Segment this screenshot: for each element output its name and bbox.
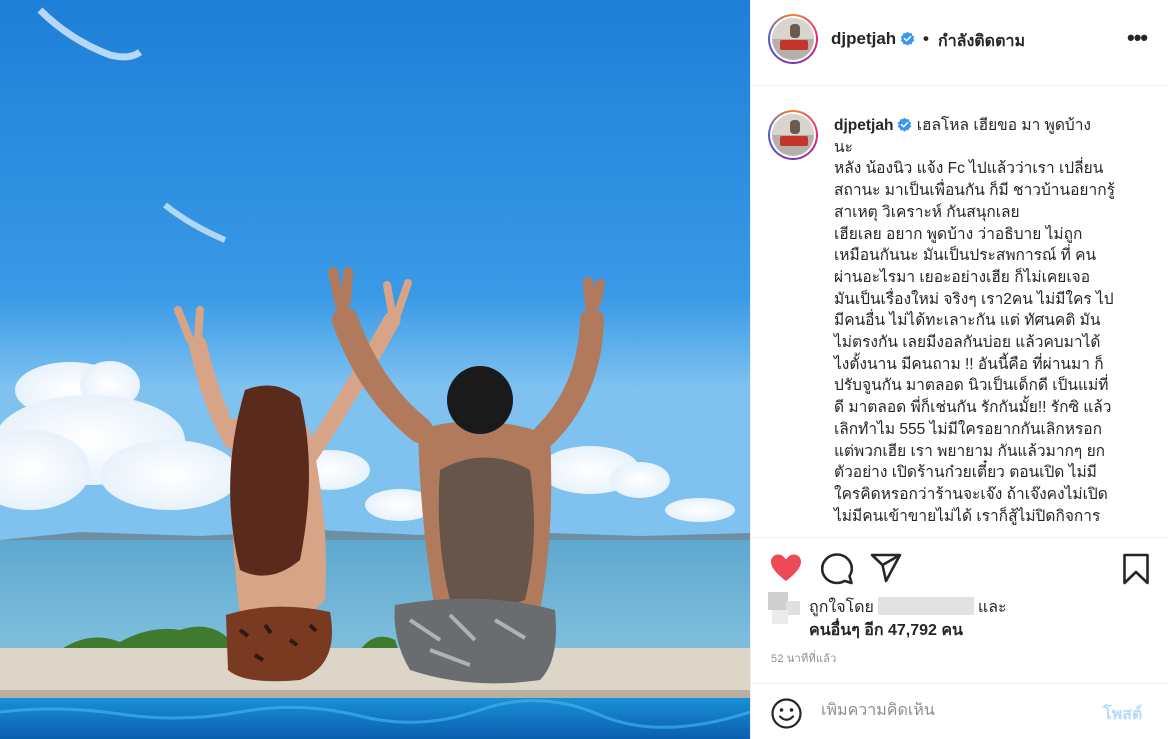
liked-by-prefix: ถูกใจโดย	[809, 599, 874, 616]
caption-text-block: djpetjah เฮลโหล เฮียขอ มา พูดบ้าง นะ หลั…	[834, 115, 1154, 527]
following-button[interactable]: กำลังติดตาม	[938, 29, 1025, 54]
caption-username-link[interactable]: djpetjah	[834, 117, 893, 134]
bookmark-icon[interactable]	[1122, 553, 1150, 585]
paper-plane-icon[interactable]	[870, 553, 902, 583]
verified-badge-icon	[898, 117, 912, 132]
liked-by-line: ถูกใจโดย และ	[809, 595, 1007, 620]
header-separator-dot: •	[923, 29, 929, 48]
others-like-count-link[interactable]: คนอื่นๆ อีก 47,792 คน	[809, 618, 963, 643]
post-header: djpetjah • กำลังติดตาม •••	[751, 0, 1168, 86]
photo-illustration	[0, 0, 750, 739]
heart-filled-icon[interactable]	[770, 553, 802, 583]
comment-bar: โพสต์	[751, 683, 1168, 739]
liker-name-blurred[interactable]	[877, 597, 974, 615]
liker-avatar[interactable]	[768, 592, 805, 629]
comment-bubble-icon[interactable]	[821, 553, 853, 585]
post-comment-button[interactable]: โพสต์	[1103, 702, 1142, 727]
post-timestamp[interactable]: 52 นาทีที่แล้ว	[771, 649, 837, 667]
emoji-smile-icon[interactable]	[771, 698, 802, 729]
post-actions: ถูกใจโดย และ คนอื่นๆ อีก 47,792 คน 52 นาท…	[751, 537, 1168, 739]
author-avatar[interactable]	[768, 14, 818, 64]
caption-author-avatar[interactable]	[768, 110, 818, 160]
more-options-icon[interactable]: •••	[1127, 27, 1148, 49]
post-side-panel: djpetjah • กำลังติดตาม ••• djpetjah เฮลโ…	[750, 0, 1168, 739]
caption-area: djpetjah เฮลโหล เฮียขอ มา พูดบ้าง นะ หลั…	[751, 87, 1168, 537]
liked-by-suffix: และ	[977, 599, 1007, 616]
author-username-link[interactable]: djpetjah	[831, 29, 915, 49]
comment-input[interactable]	[821, 702, 1081, 720]
post-photo[interactable]	[0, 0, 750, 739]
caption-body: เฮลโหล เฮียขอ มา พูดบ้าง นะ หลัง น้องนิว…	[834, 117, 1115, 525]
verified-badge-icon	[900, 31, 915, 46]
